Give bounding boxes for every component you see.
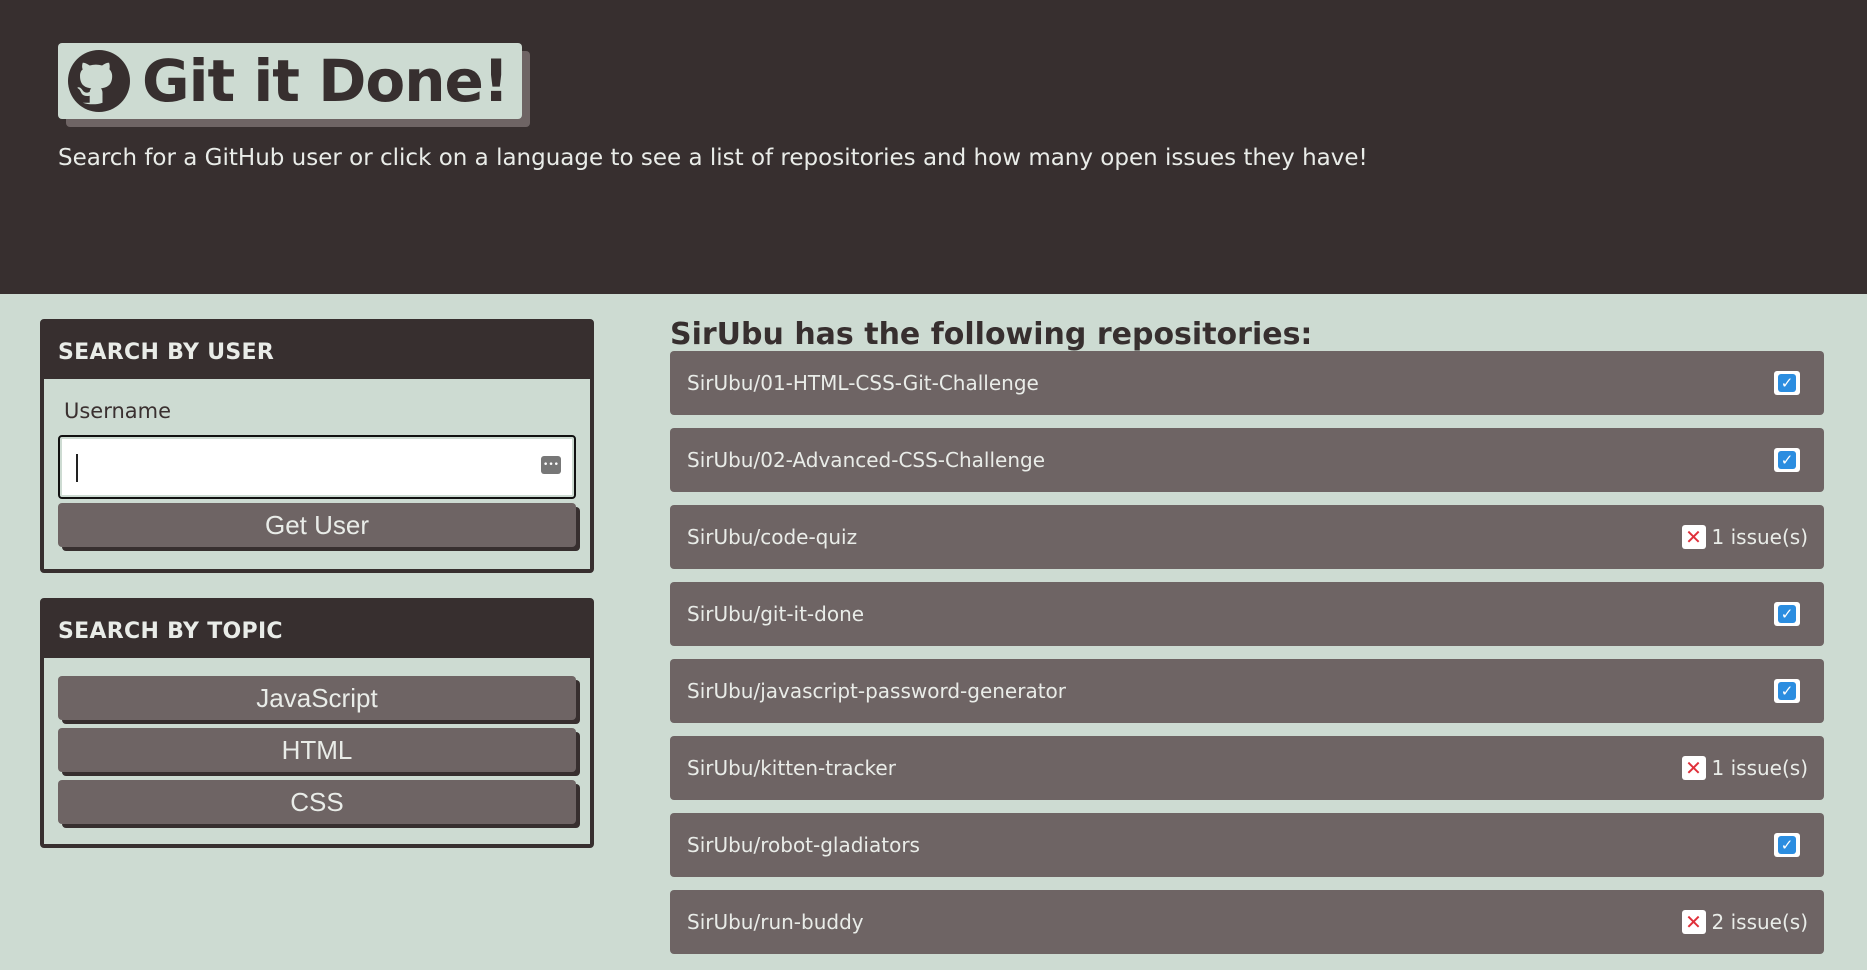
page-header: Git it Done! Search for a GitHub user or… <box>0 0 1867 294</box>
search-by-user-card: SEARCH BY USER Username ••• Get User <box>40 319 594 573</box>
repo-name: SirUbu/kitten-tracker <box>687 756 896 780</box>
issue-count: 2 issue(s) <box>1711 910 1808 934</box>
repo-status: ✓ <box>1774 659 1808 723</box>
check-square-icon: ✓ <box>1774 833 1800 857</box>
repository-results: SirUbu has the following repositories: S… <box>670 319 1824 967</box>
repo-item[interactable]: SirUbu/02-Advanced-CSS-Challenge ✓ <box>670 428 1824 492</box>
repo-status: ✓ <box>1774 351 1808 415</box>
issue-count: 1 issue(s) <box>1711 756 1808 780</box>
check-square-icon: ✓ <box>1774 448 1800 472</box>
repo-status: ✓ <box>1774 813 1808 877</box>
repo-name: SirUbu/02-Advanced-CSS-Challenge <box>687 448 1046 472</box>
results-heading: SirUbu has the following repositories: <box>670 317 1313 352</box>
repo-status: ✓ <box>1774 582 1808 646</box>
username-input[interactable]: ••• <box>58 435 576 499</box>
text-caret <box>76 454 78 482</box>
repo-item[interactable]: SirUbu/git-it-done ✓ <box>670 582 1824 646</box>
repo-status: ✕ 1 issue(s) <box>1681 736 1808 800</box>
repo-item[interactable]: SirUbu/kitten-tracker ✕ 1 issue(s) <box>670 736 1824 800</box>
repo-name: SirUbu/run-buddy <box>687 910 864 934</box>
issue-count: 1 issue(s) <box>1711 525 1808 549</box>
repo-list: SirUbu/01-HTML-CSS-Git-Challenge ✓ SirUbu/… <box>670 351 1824 954</box>
search-by-user-heading: SEARCH BY USER <box>44 323 590 379</box>
repo-item[interactable]: SirUbu/01-HTML-CSS-Git-Challenge ✓ <box>670 351 1824 415</box>
check-square-icon: ✓ <box>1774 602 1800 626</box>
check-square-icon: ✓ <box>1774 371 1800 395</box>
repo-name: SirUbu/robot-gladiators <box>687 833 920 857</box>
repo-name: SirUbu/git-it-done <box>687 602 865 626</box>
topic-javascript-button[interactable]: JavaScript <box>58 676 576 720</box>
repo-item[interactable]: SirUbu/robot-gladiators ✓ <box>670 813 1824 877</box>
repo-item[interactable]: SirUbu/run-buddy ✕ 2 issue(s) <box>670 890 1824 954</box>
x-square-icon: ✕ <box>1681 525 1706 549</box>
username-label: Username <box>64 399 172 423</box>
check-square-icon: ✓ <box>1774 679 1800 703</box>
repo-status: ✕ 1 issue(s) <box>1681 505 1808 569</box>
logo: Git it Done! <box>58 43 531 127</box>
repo-name: SirUbu/code-quiz <box>687 525 858 549</box>
repo-item[interactable]: SirUbu/javascript-password-generator ✓ <box>670 659 1824 723</box>
topic-css-button[interactable]: CSS <box>58 780 576 824</box>
get-user-button[interactable]: Get User <box>58 503 576 547</box>
topic-html-button[interactable]: HTML <box>58 728 576 772</box>
search-by-topic-heading: SEARCH BY TOPIC <box>44 602 590 658</box>
app-subtitle: Search for a GitHub user or click on a l… <box>58 145 1368 171</box>
search-by-topic-card: SEARCH BY TOPIC JavaScript HTML CSS <box>40 598 594 848</box>
repo-status: ✕ 2 issue(s) <box>1681 890 1808 954</box>
repo-name: SirUbu/01-HTML-CSS-Git-Challenge <box>687 371 1039 395</box>
github-icon <box>68 50 130 112</box>
x-square-icon: ✕ <box>1681 756 1706 780</box>
repo-item[interactable]: SirUbu/code-quiz ✕ 1 issue(s) <box>670 505 1824 569</box>
password-manager-icon[interactable]: ••• <box>541 456 561 474</box>
repo-name: SirUbu/javascript-password-generator <box>687 679 1067 703</box>
app-title: Git it Done! <box>142 47 509 115</box>
x-square-icon: ✕ <box>1681 910 1706 934</box>
repo-status: ✓ <box>1774 428 1808 492</box>
